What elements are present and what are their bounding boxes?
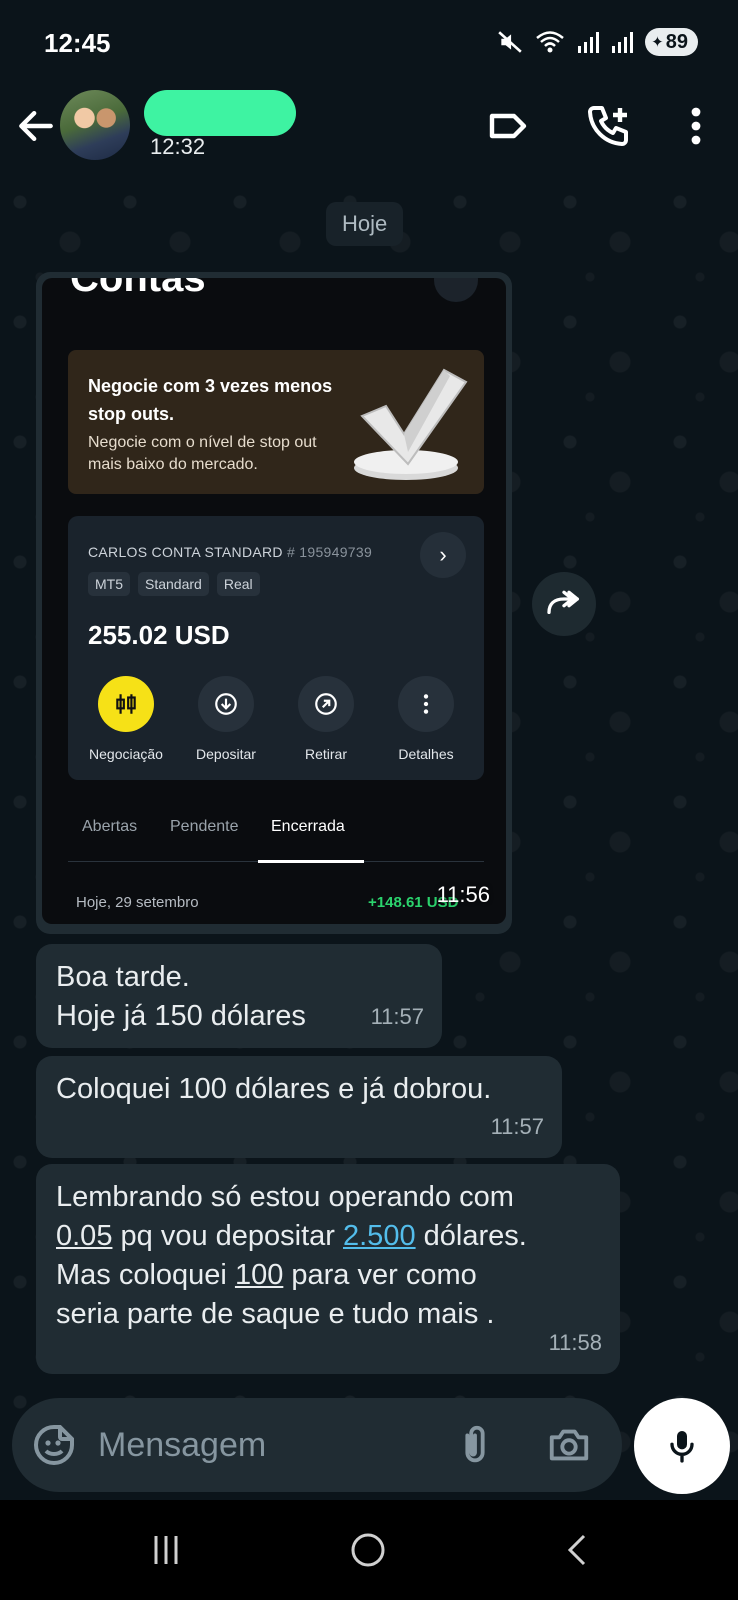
more-options-icon[interactable]	[672, 102, 720, 150]
contact-name-redacted[interactable]	[144, 90, 296, 136]
signal-icon-2	[612, 32, 634, 53]
signal-icon	[578, 32, 600, 53]
tab-open: Abertas	[82, 818, 138, 835]
shot-top-button	[434, 278, 478, 302]
history-tabs: Abertas Pendente Encerrada	[68, 818, 484, 863]
message-text: Mas coloquei 100 para ver como	[56, 1259, 477, 1291]
mute-icon	[498, 31, 522, 53]
checkmark-trophy-icon	[354, 368, 468, 480]
contact-avatar[interactable]	[60, 90, 130, 160]
back-arrow-icon[interactable]	[14, 104, 58, 148]
action-trade: Negociação	[78, 676, 174, 762]
promo-title: Negocie com 3 vezes menos stop outs.	[88, 376, 333, 424]
recent-apps-icon[interactable]	[136, 1528, 196, 1572]
date-chip: Hoje	[326, 202, 404, 246]
battery-saver-icon: ✦	[651, 34, 664, 51]
battery-level: 89	[665, 30, 688, 53]
message-bubble[interactable]: Lembrando só estou operando com 0.05 pq …	[36, 1164, 620, 1374]
message-text: 0.05 pq vou depositar 2.500 dólares.	[56, 1220, 527, 1252]
action-details: Detalhes	[378, 676, 474, 762]
candlestick-icon	[98, 676, 154, 732]
tab-indicator	[258, 860, 364, 863]
account-name: CARLOS CONTA STANDARD # 195949739	[88, 544, 373, 560]
action-label: Retirar	[304, 746, 347, 762]
forward-icon[interactable]	[532, 572, 596, 636]
message-time: 11:56	[436, 882, 490, 907]
underlined-number[interactable]: 0.05	[56, 1220, 112, 1252]
account-number: # 195949739	[287, 544, 373, 560]
account-balance: 255.02 USD	[88, 620, 230, 650]
message-bubble[interactable]: Coloquei 100 dólares e já dobrou. 11:57	[36, 1056, 562, 1158]
battery-indicator: ✦ 89	[645, 28, 698, 56]
status-bar: 12:45 ✦ 89	[0, 0, 738, 84]
message-composer	[12, 1398, 622, 1492]
action-label: Detalhes	[398, 746, 454, 762]
more-dots-icon	[398, 676, 454, 732]
message-time: 11:57	[490, 1114, 544, 1139]
chat-header: 12:32	[0, 84, 738, 182]
action-deposit: Depositar	[178, 676, 274, 762]
add-call-icon[interactable]	[584, 102, 632, 150]
action-withdraw: Retirar	[278, 676, 374, 762]
promo-subtitle: Negocie com o nível de stop out mais bai…	[88, 434, 317, 473]
history-date: Hoje, 29 setembro	[76, 894, 199, 911]
tag-platform: MT5	[88, 572, 130, 596]
action-label: Negociação	[89, 746, 163, 762]
tab-closed: Encerrada	[271, 818, 345, 835]
tag-mode: Real	[216, 572, 260, 596]
message-text: seria parte de saque e tudo mais .	[56, 1298, 495, 1330]
last-seen: 12:32	[150, 134, 206, 159]
action-label: Depositar	[196, 746, 256, 762]
message-text: Hoje já 150 dólares	[56, 1000, 306, 1032]
trading-app-screenshot[interactable]: Contas Negocie com 3 vezes menos stop ou…	[42, 278, 506, 924]
camera-icon[interactable]	[546, 1422, 592, 1468]
message-bubble[interactable]: Boa tarde. Hoje já 150 dólares 11:57	[36, 944, 442, 1048]
status-icons: ✦ 89	[497, 26, 698, 58]
mic-icon[interactable]	[634, 1398, 730, 1494]
label-icon[interactable]	[484, 102, 532, 150]
system-nav-bar	[0, 1500, 738, 1600]
message-input[interactable]	[98, 1398, 438, 1492]
message-text: Lembrando só estou operando com	[56, 1181, 514, 1213]
nav-back-icon[interactable]	[548, 1528, 608, 1572]
image-message[interactable]: Contas Negocie com 3 vezes menos stop ou…	[36, 272, 512, 934]
underlined-number[interactable]: 100	[235, 1259, 283, 1291]
withdraw-icon	[298, 676, 354, 732]
link-number[interactable]: 2.500	[343, 1220, 416, 1252]
message-time: 11:58	[548, 1330, 602, 1355]
message-text: Boa tarde.	[56, 961, 190, 993]
account-card: CARLOS CONTA STANDARD # 195949739 › MT5 …	[68, 516, 484, 780]
deposit-icon	[198, 676, 254, 732]
account-tags: MT5 Standard Real	[88, 572, 260, 596]
attach-icon[interactable]	[452, 1422, 498, 1468]
wifi-icon	[536, 31, 564, 53]
account-actions: Negociação Depositar Retirar Detalhes	[78, 676, 474, 762]
shot-title: Contas	[70, 278, 206, 300]
chevron-right-icon: ›	[420, 532, 466, 578]
message-time: 11:57	[370, 1004, 424, 1029]
status-time: 12:45	[44, 28, 111, 58]
sticker-icon[interactable]	[30, 1421, 78, 1469]
tab-pending: Pendente	[170, 818, 239, 835]
home-icon[interactable]	[338, 1528, 398, 1572]
message-text: Coloquei 100 dólares e já dobrou.	[56, 1073, 492, 1105]
promo-banner: Negocie com 3 vezes menos stop outs. Neg…	[68, 350, 484, 494]
tag-type: Standard	[138, 572, 209, 596]
